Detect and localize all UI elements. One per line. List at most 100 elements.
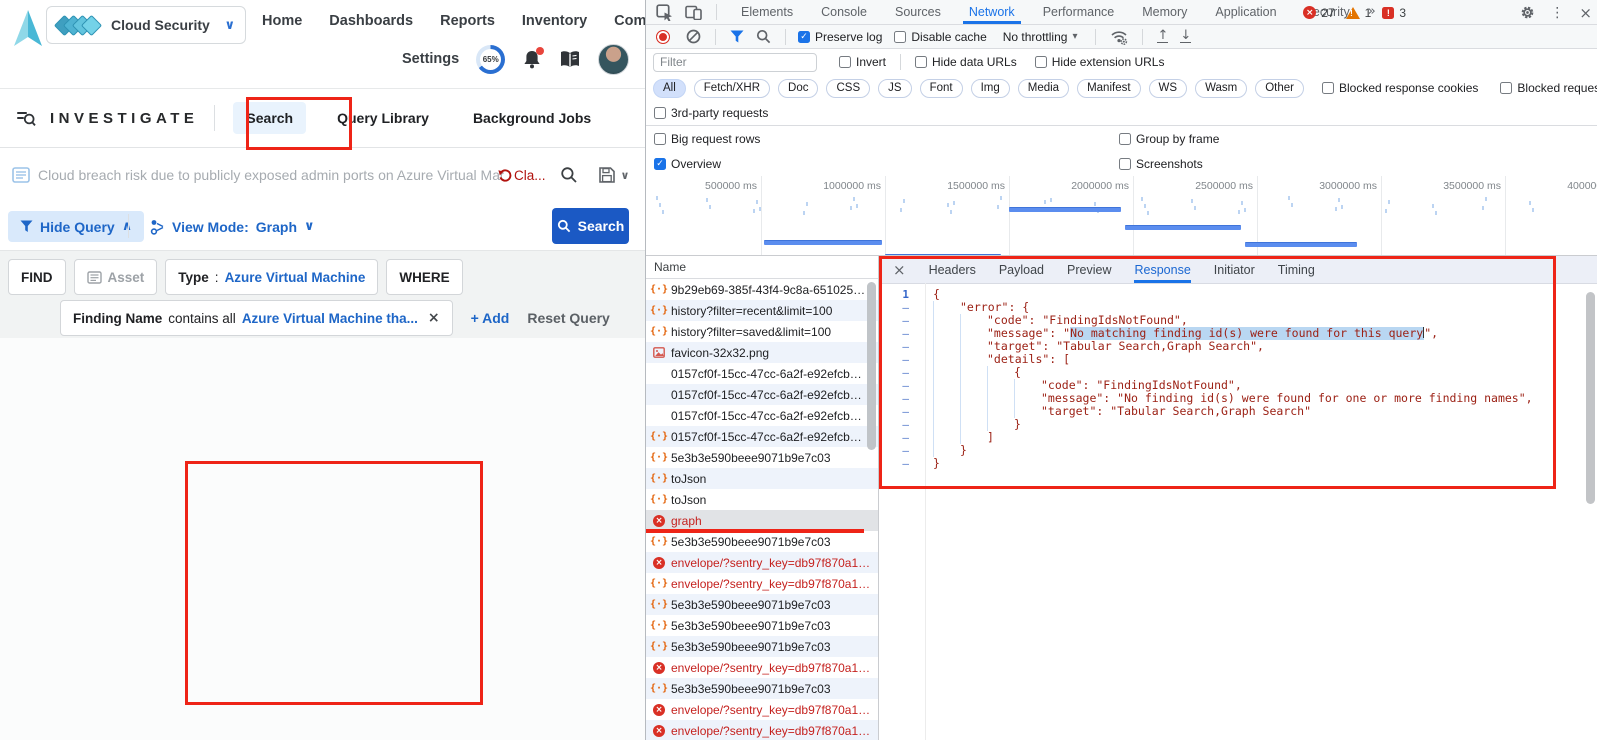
search-network-icon[interactable]	[756, 29, 771, 44]
detail-tab-preview[interactable]: Preview	[1067, 256, 1111, 283]
asset-chip[interactable]: Asset	[74, 259, 158, 295]
query-clear-overlay[interactable]: Cla...	[498, 168, 546, 183]
type-chip-ws[interactable]: WS	[1149, 79, 1188, 98]
workspace-switcher[interactable]: Cloud Security ∨	[46, 6, 246, 44]
devtools-tab-sources[interactable]: Sources	[893, 1, 943, 24]
settings-gear-icon[interactable]	[1520, 5, 1535, 20]
request-row[interactable]: {·}envelope/?sentry_key=db97f870a1…	[646, 573, 878, 594]
detail-tab-initiator[interactable]: Initiator	[1214, 256, 1255, 283]
type-chip-img[interactable]: Img	[971, 79, 1010, 98]
investigate-tab-query-library[interactable]: Query Library	[324, 102, 442, 134]
devtools-tab-console[interactable]: Console	[819, 1, 869, 24]
devtools-tab-network[interactable]: Network	[967, 1, 1017, 24]
close-devtools-icon[interactable]: ×	[1579, 4, 1592, 22]
score-gauge[interactable]: 65%	[476, 45, 505, 74]
request-row[interactable]: favicon-32x32.png	[646, 342, 878, 363]
preserve-log-checkbox[interactable]: ✓Preserve log	[798, 30, 882, 44]
devtools-tab-performance[interactable]: Performance	[1041, 1, 1117, 24]
detail-tab-headers[interactable]: Headers	[929, 256, 976, 283]
console-errors-icon[interactable]: ×	[1303, 6, 1316, 19]
user-avatar[interactable]	[598, 44, 629, 75]
type-chip-media[interactable]: Media	[1018, 79, 1069, 98]
type-chip-doc[interactable]: Doc	[778, 79, 818, 98]
filter-funnel-icon[interactable]	[730, 30, 744, 43]
type-chip-manifest[interactable]: Manifest	[1077, 79, 1140, 98]
group-by-frame-checkbox[interactable]: ✓Group by frame	[1119, 132, 1219, 146]
request-row[interactable]: {·}5e3b3e590beee9071b9e7c03	[646, 447, 878, 468]
overflow-menu-icon[interactable]: ⋮	[1550, 5, 1564, 21]
detail-tab-response[interactable]: Response	[1134, 256, 1190, 283]
type-chip-all[interactable]: All	[653, 79, 686, 98]
save-chevron-icon[interactable]: ∨	[621, 169, 630, 182]
add-condition-button[interactable]: + Add	[471, 310, 510, 326]
device-toolbar-icon[interactable]	[685, 4, 702, 20]
console-warnings-icon[interactable]	[1346, 7, 1360, 19]
blocked-requests-checkbox[interactable]: ✓Blocked requests	[1500, 81, 1597, 95]
network-filter-input[interactable]	[653, 53, 817, 72]
network-conditions-icon[interactable]	[1110, 29, 1128, 45]
type-chip[interactable]: Type : Azure Virtual Machine	[165, 259, 378, 295]
request-row[interactable]: ×envelope/?sentry_key=db97f870a1…	[646, 552, 878, 573]
throttling-select[interactable]: No throttling ▾	[1003, 30, 1078, 44]
type-chip-other[interactable]: Other	[1255, 79, 1304, 98]
nav-item-home[interactable]: Home	[262, 13, 302, 29]
devtools-tab-memory[interactable]: Memory	[1140, 1, 1189, 24]
response-body-viewer[interactable]: 1{–"error": {–"code": "FindingIdsNotFoun…	[879, 283, 1597, 740]
type-chip-css[interactable]: CSS	[826, 79, 870, 98]
third-party-checkbox[interactable]: ✓3rd-party requests	[654, 106, 768, 120]
close-detail-icon[interactable]: ×	[893, 261, 906, 279]
detail-tab-timing[interactable]: Timing	[1278, 256, 1315, 283]
big-request-rows-checkbox[interactable]: ✓Big request rows	[654, 132, 760, 146]
disable-cache-checkbox[interactable]: ✓Disable cache	[894, 30, 986, 44]
settings-link[interactable]: Settings	[402, 51, 459, 67]
network-overview-timeline[interactable]: 500000 ms1000000 ms1500000 ms2000000 ms2…	[646, 176, 1597, 256]
import-har-icon[interactable]: ↑	[1157, 30, 1168, 43]
investigate-tab-background-jobs[interactable]: Background Jobs	[460, 102, 604, 134]
request-row[interactable]: {·}5e3b3e590beee9071b9e7c03	[646, 594, 878, 615]
request-row[interactable]: {·}5e3b3e590beee9071b9e7c03	[646, 615, 878, 636]
request-row[interactable]: ×envelope/?sentry_key=db97f870a1…	[646, 657, 878, 678]
response-scrollbar[interactable]	[1586, 292, 1595, 504]
request-row[interactable]: ×graph	[646, 510, 878, 531]
investigate-tab-search[interactable]: Search	[233, 102, 306, 134]
nav-item-inventory[interactable]: Inventory	[522, 13, 587, 29]
type-chip-fetch-xhr[interactable]: Fetch/XHR	[694, 79, 770, 98]
type-chip-js[interactable]: JS	[878, 79, 911, 98]
request-row[interactable]: {·}5e3b3e590beee9071b9e7c03	[646, 636, 878, 657]
request-row[interactable]: 0157cf0f-15cc-47cc-6a2f-e92efcb…	[646, 405, 878, 426]
query-search-row[interactable]: Cloud breach risk due to publicly expose…	[0, 148, 645, 203]
save-query-icon[interactable]	[598, 166, 616, 184]
detail-tab-payload[interactable]: Payload	[999, 256, 1044, 283]
export-har-icon[interactable]: ↓	[1180, 30, 1191, 43]
hide-data-urls-checkbox[interactable]: ✓Hide data URLs	[915, 55, 1017, 69]
invert-checkbox[interactable]: ✓Invert	[839, 55, 886, 69]
run-search-button[interactable]: Search	[552, 208, 629, 244]
screenshots-checkbox[interactable]: ✓Screenshots	[1119, 157, 1203, 171]
request-row[interactable]: {·}9b29eb69-385f-43f4-9c8a-651025…	[646, 279, 878, 300]
devtools-tab-application[interactable]: Application	[1213, 1, 1278, 24]
request-row[interactable]: {·}5e3b3e590beee9071b9e7c03	[646, 531, 878, 552]
notifications-bell-icon[interactable]	[522, 49, 542, 70]
devtools-tab-elements[interactable]: Elements	[739, 1, 795, 24]
chevron-down-icon[interactable]: ∨	[224, 18, 235, 33]
request-list-scrollbar[interactable]	[867, 282, 876, 450]
request-row[interactable]: {·}history?filter=saved&limit=100	[646, 321, 878, 342]
remove-condition-icon[interactable]: ×	[428, 310, 440, 326]
hide-extension-urls-checkbox[interactable]: ✓Hide extension URLs	[1035, 55, 1165, 69]
search-magnifier-icon[interactable]	[560, 166, 578, 184]
request-row[interactable]: {·}history?filter=recent&limit=100	[646, 300, 878, 321]
request-row[interactable]: {·}toJson	[646, 468, 878, 489]
inspect-element-icon[interactable]	[656, 4, 673, 21]
overview-checkbox[interactable]: ✓Overview	[654, 157, 721, 171]
query-input-text[interactable]: Cloud breach risk due to publicly expose…	[38, 167, 504, 183]
request-row[interactable]: {·}5e3b3e590beee9071b9e7c03	[646, 678, 878, 699]
request-row[interactable]: {·}0157cf0f-15cc-47cc-6a2f-e92efcb…	[646, 426, 878, 447]
find-chip[interactable]: FIND	[8, 259, 66, 295]
request-row[interactable]: 0157cf0f-15cc-47cc-6a2f-e92efcb…	[646, 363, 878, 384]
record-network-log-icon[interactable]	[656, 30, 670, 44]
condition-chip[interactable]: Finding Name contains all Azure Virtual …	[60, 300, 453, 336]
nav-item-reports[interactable]: Reports	[440, 13, 495, 29]
nav-item-dashboards[interactable]: Dashboards	[329, 13, 413, 29]
request-row[interactable]: ×envelope/?sentry_key=db97f870a1…	[646, 720, 878, 740]
clear-network-log-icon[interactable]	[686, 29, 701, 44]
